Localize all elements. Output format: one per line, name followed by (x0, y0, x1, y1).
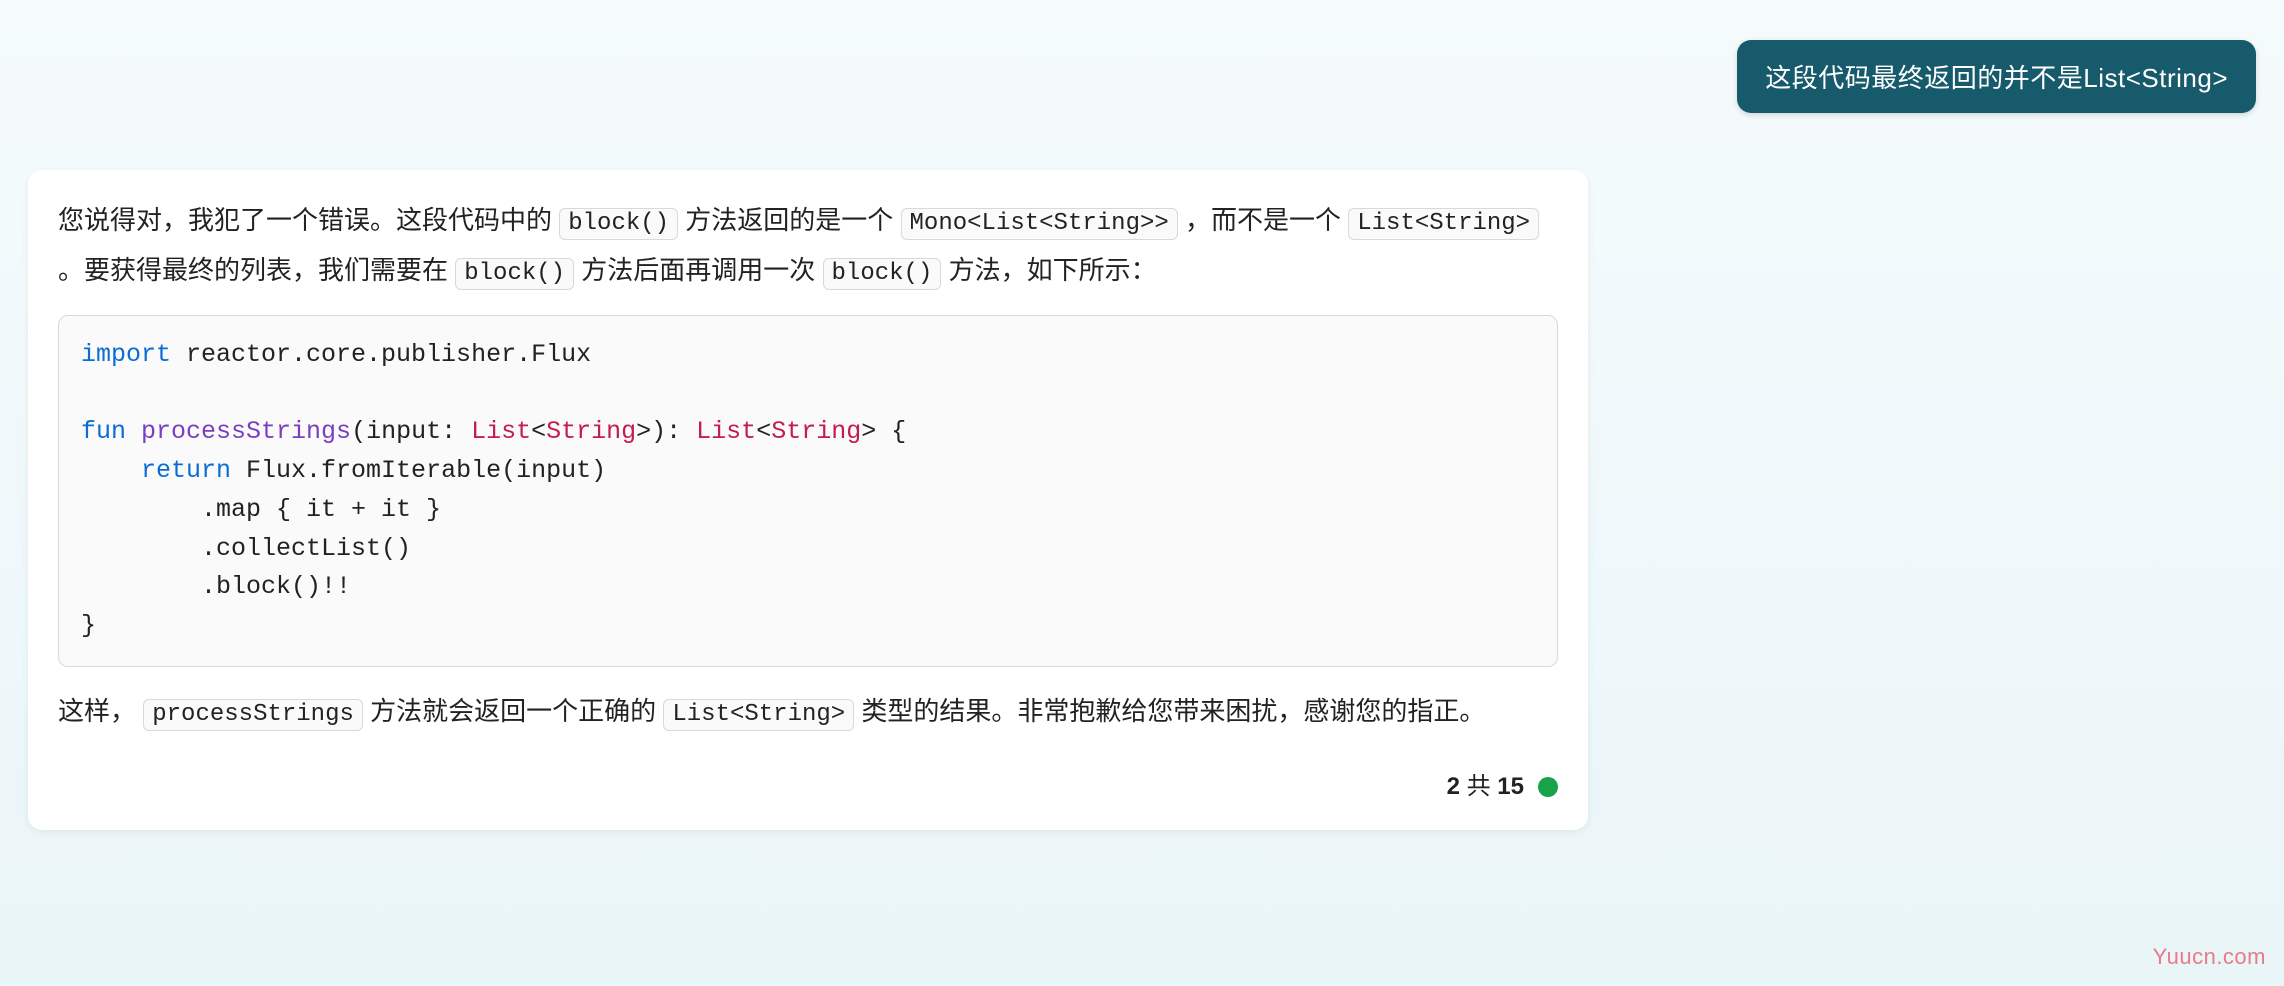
inline-code: processStrings (143, 699, 363, 731)
code-text: < (531, 417, 546, 446)
code-text: .block()!! (81, 572, 351, 601)
code-type: List (471, 417, 531, 446)
chat-container: 这段代码最终返回的并不是List<String> 您说得对，我犯了一个错误。这段… (0, 0, 2284, 986)
text: ，而不是一个 (1185, 205, 1348, 235)
assistant-paragraph-2: 这样， processStrings 方法就会返回一个正确的 List<Stri… (58, 687, 1558, 737)
code-text: } (81, 611, 96, 640)
assistant-message-card: 您说得对，我犯了一个错误。这段代码中的 block() 方法返回的是一个 Mon… (28, 170, 1588, 830)
code-text: .collectList() (81, 534, 411, 563)
code-type: List (696, 417, 756, 446)
user-message-bubble: 这段代码最终返回的并不是List<String> (1737, 40, 2256, 113)
status-dot-icon (1538, 777, 1558, 797)
assistant-paragraph-1: 您说得对，我犯了一个错误。这段代码中的 block() 方法返回的是一个 Mon… (58, 196, 1558, 297)
inline-code: List<String> (663, 699, 854, 731)
status-text: 2 共 15 (1447, 765, 1524, 809)
code-text: > (861, 417, 876, 446)
code-type: String (771, 417, 861, 446)
code-text: > (636, 417, 651, 446)
status-sep: 共 (1460, 773, 1497, 800)
inline-code: Mono<List<String>> (901, 208, 1178, 240)
inline-code: block() (559, 208, 678, 240)
text: 您说得对，我犯了一个错误。这段代码中的 (58, 205, 559, 235)
text: 方法返回的是一个 (685, 205, 900, 235)
code-text: (input: (351, 417, 471, 446)
code-text: reactor.core.publisher.Flux (171, 340, 591, 369)
code-text: .map { it + it } (81, 495, 441, 524)
code-type: String (546, 417, 636, 446)
status-current: 2 (1447, 773, 1460, 800)
status-total: 15 (1497, 773, 1524, 800)
text: 方法就会返回一个正确的 (370, 696, 663, 726)
status-row: 2 共 15 (58, 765, 1558, 809)
text: 这样， (58, 696, 136, 726)
inline-code: block() (823, 258, 942, 290)
code-text: Flux.fromIterable(input) (231, 456, 606, 485)
code-text: { (876, 417, 906, 446)
code-block[interactable]: import reactor.core.publisher.Flux fun p… (58, 315, 1558, 667)
text: 方法，如下所示： (949, 255, 1157, 285)
code-text: ): (651, 417, 696, 446)
code-keyword: fun (81, 417, 126, 446)
code-keyword: return (81, 456, 231, 485)
inline-code: List<String> (1348, 208, 1539, 240)
code-keyword: import (81, 340, 171, 369)
text: 方法后面再调用一次 (581, 255, 822, 285)
watermark-text: Yuucn.com (2153, 944, 2266, 970)
user-message-text: 这段代码最终返回的并不是List<String> (1765, 63, 2228, 93)
inline-code: block() (455, 258, 574, 290)
text: 。要获得最终的列表，我们需要在 (58, 255, 455, 285)
text: 类型的结果。非常抱歉给您带来困扰，感谢您的指正。 (861, 696, 1485, 726)
code-function: processStrings (126, 417, 351, 446)
code-text: < (756, 417, 771, 446)
